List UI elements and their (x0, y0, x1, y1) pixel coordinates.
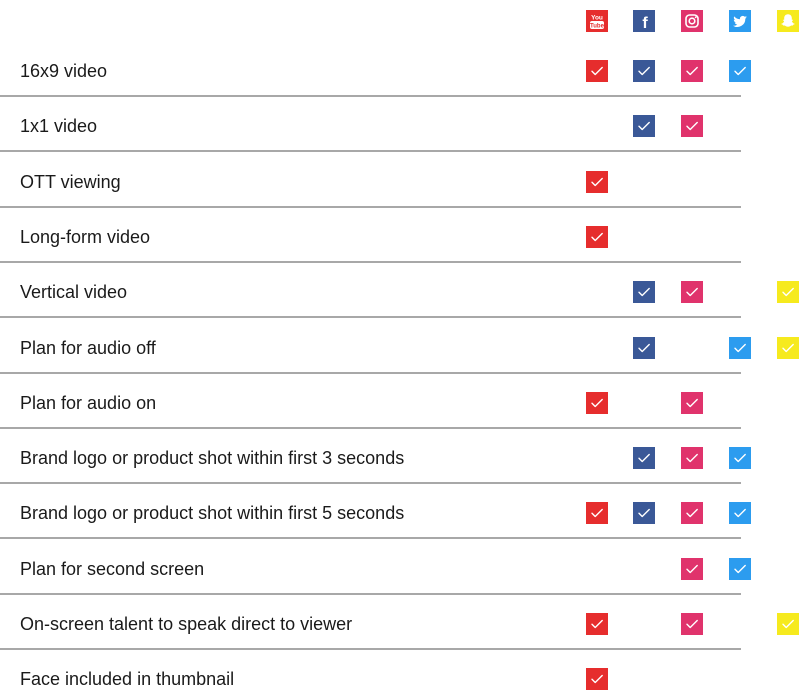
check-twitter-icon (729, 60, 751, 82)
check-instagram-icon (681, 502, 703, 525)
row-divider (0, 316, 741, 319)
check-youtube-icon (586, 613, 608, 635)
check-facebook-icon (633, 502, 655, 525)
check-instagram-icon (681, 557, 703, 580)
check-twitter-icon (729, 557, 751, 580)
row-label: Brand logo or product shot within first … (20, 448, 405, 469)
check-facebook-icon (633, 447, 655, 470)
check-youtube-icon (586, 225, 608, 248)
row-label: OTT viewing (20, 171, 121, 192)
row-divider (0, 648, 741, 650)
check-snapchat-icon (777, 281, 799, 304)
row-divider (0, 592, 741, 595)
youtube-icon: You Tube (586, 10, 608, 32)
check-facebook-icon (633, 281, 655, 304)
row-divider (0, 95, 741, 97)
check-instagram-icon (681, 447, 703, 470)
facebook-icon: f (633, 10, 655, 32)
row-divider (0, 260, 741, 263)
svg-text:Tube: Tube (590, 23, 605, 29)
row-label: Plan for audio off (20, 337, 156, 358)
check-facebook-icon (633, 60, 655, 82)
check-youtube-icon (586, 668, 608, 691)
check-instagram-icon (681, 115, 703, 138)
youtube-icon-label: You (591, 15, 603, 22)
row-label: Face included in thumbnail (20, 669, 235, 690)
check-facebook-icon (633, 336, 655, 359)
row-divider (0, 537, 741, 540)
check-instagram-icon (681, 391, 703, 414)
row-label: Long-form video (20, 226, 151, 247)
row-divider (0, 371, 741, 374)
check-twitter-icon (729, 502, 751, 525)
check-instagram-icon (681, 613, 703, 635)
row-divider (0, 482, 741, 485)
row-label: Plan for second screen (20, 558, 205, 579)
instagram-icon (681, 10, 703, 32)
check-youtube-icon (586, 170, 608, 193)
row-label: Brand logo or product shot within first … (20, 503, 405, 524)
row-label: Plan for audio on (20, 392, 157, 413)
facebook-icon-label: f (642, 15, 648, 32)
check-youtube-icon (586, 391, 608, 414)
row-label: Vertical video (20, 282, 128, 303)
row-label: On-screen talent to speak direct to view… (20, 614, 353, 634)
check-twitter-icon (729, 336, 751, 359)
row-label: 1x1 video (20, 116, 98, 137)
row-label: 16x9 video (20, 61, 108, 81)
row-divider (0, 426, 741, 429)
row-divider (0, 150, 741, 153)
check-snapchat-icon (777, 336, 799, 359)
check-snapchat-icon (777, 613, 799, 635)
snapchat-icon (777, 10, 799, 32)
row-divider (0, 205, 741, 208)
check-instagram-icon (681, 281, 703, 304)
twitter-icon (729, 10, 751, 32)
check-youtube-icon (586, 502, 608, 525)
check-twitter-icon (729, 447, 751, 470)
check-youtube-icon (586, 60, 608, 82)
check-instagram-icon (681, 60, 703, 82)
check-facebook-icon (633, 115, 655, 138)
